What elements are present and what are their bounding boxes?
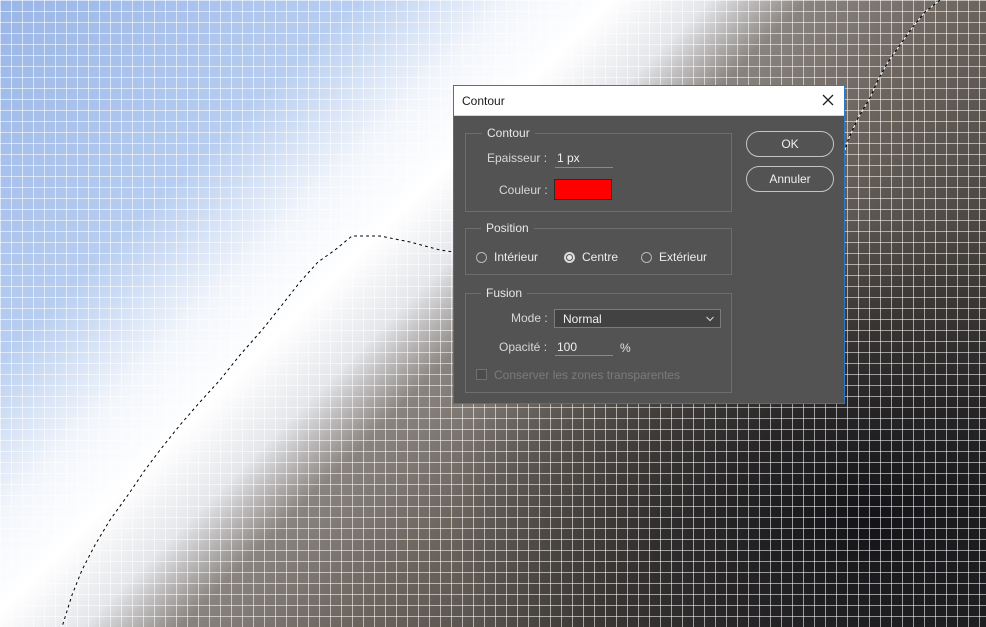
opacity-input[interactable]: 100: [557, 340, 577, 354]
width-input-underline: [555, 167, 613, 168]
radio-inside[interactable]: [476, 252, 487, 263]
width-input[interactable]: 1 px: [557, 151, 580, 165]
position-group-legend: Position: [481, 221, 534, 236]
contour-group: Contour Epaisseur : 1 px Couleur :: [465, 126, 732, 212]
radio-outside[interactable]: [641, 252, 652, 263]
ok-button[interactable]: OK: [746, 131, 834, 157]
position-group: Position Intérieur Centre Extérieur: [465, 221, 732, 275]
opacity-input-underline: [555, 355, 613, 356]
opacity-label: Opacité :: [499, 340, 548, 354]
close-icon: [822, 94, 834, 106]
blending-group: Fusion Mode : Normal Opacité : 100 % Con…: [465, 286, 732, 393]
preserve-transparency-checkbox[interactable]: [476, 369, 487, 380]
radio-center[interactable]: [564, 252, 575, 263]
blending-group-legend: Fusion: [481, 286, 528, 301]
close-button[interactable]: [818, 90, 838, 110]
radio-outside-label[interactable]: Extérieur: [659, 250, 707, 264]
radio-center-label[interactable]: Centre: [582, 250, 618, 264]
color-swatch[interactable]: [554, 179, 612, 200]
opacity-unit: %: [620, 341, 631, 355]
preserve-transparency-label[interactable]: Conserver les zones transparentes: [494, 368, 680, 382]
cancel-button[interactable]: Annuler: [746, 166, 834, 192]
contour-group-legend: Contour: [482, 126, 535, 141]
dialog-title: Contour: [462, 94, 505, 108]
stroke-dialog: Contour Contour Epaisseur : 1 px Couleur…: [453, 85, 845, 404]
width-label: Epaisseur :: [487, 151, 548, 165]
chevron-down-icon: [706, 316, 714, 322]
blend-mode-value: Normal: [563, 312, 602, 326]
blend-mode-select[interactable]: Normal: [554, 309, 721, 328]
radio-inside-label[interactable]: Intérieur: [494, 250, 538, 264]
color-label: Couleur :: [499, 183, 548, 197]
mode-label: Mode :: [511, 311, 548, 325]
dialog-titlebar[interactable]: Contour: [454, 86, 844, 116]
